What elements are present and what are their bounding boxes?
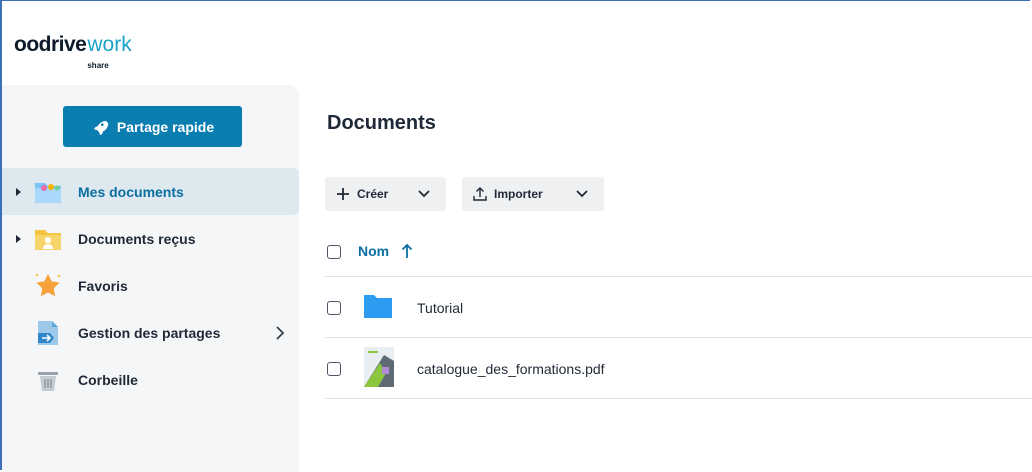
row-checkbox[interactable] [327, 362, 341, 376]
quick-share-button[interactable]: Partage rapide [63, 106, 242, 147]
table-divider [325, 398, 1032, 399]
star-icon [35, 273, 61, 296]
logo-accent-text: work share [87, 32, 131, 70]
logo-sub-text: share [87, 61, 109, 70]
quick-share-label: Partage rapide [116, 118, 215, 135]
trash-icon [38, 371, 58, 391]
column-header-name[interactable]: Nom [358, 243, 389, 259]
expand-caret-icon[interactable] [16, 187, 21, 196]
file-name[interactable]: Tutorial [417, 300, 463, 316]
folder-received-icon [35, 229, 61, 250]
chevron-down-icon [418, 190, 430, 198]
sidebar-item-label: Corbeille [78, 371, 138, 388]
sidebar-item-label: Documents reçus [78, 230, 196, 247]
sort-ascending-icon[interactable] [400, 242, 414, 260]
plus-icon [337, 188, 349, 200]
sidebar-item-label: Gestion des partages [78, 324, 221, 341]
create-button-label: Créer [357, 187, 389, 201]
sidebar-item-documents-recus[interactable]: Documents reçus [2, 215, 299, 262]
sidebar-item-corbeille[interactable]: Corbeille [2, 356, 299, 403]
import-button-label: Importer [494, 187, 543, 201]
chevron-right-icon[interactable] [275, 325, 285, 340]
folder-user-icon [35, 182, 61, 203]
select-all-checkbox[interactable] [327, 245, 341, 259]
file-name[interactable]: catalogue_des_formations.pdf [417, 361, 605, 377]
logo-main-text: oodrive [14, 33, 87, 56]
expand-caret-icon[interactable] [16, 234, 21, 243]
chevron-down-icon [576, 190, 588, 198]
sidebar-nav: Mes documents Documents reçus Favoris Ge… [2, 168, 299, 403]
sidebar: Partage rapide Mes documents Documents r… [2, 85, 299, 472]
create-button[interactable]: Créer [325, 177, 446, 211]
share-management-icon [38, 320, 58, 345]
sidebar-item-label: Mes documents [78, 183, 184, 200]
sidebar-item-label: Favoris [78, 277, 128, 294]
table-row[interactable]: catalogue_des_formations.pdf [325, 338, 1032, 398]
import-button[interactable]: Importer [462, 177, 604, 211]
page-title: Documents [327, 112, 436, 134]
sidebar-item-gestion-des-partages[interactable]: Gestion des partages [2, 309, 299, 356]
brand-logo[interactable]: oodrive work share [14, 32, 132, 70]
sidebar-item-mes-documents[interactable]: Mes documents [2, 168, 299, 215]
pdf-thumbnail-icon [364, 347, 394, 387]
rocket-icon [93, 120, 109, 135]
row-checkbox[interactable] [327, 301, 341, 315]
table-row[interactable]: Tutorial [325, 277, 1032, 337]
folder-icon [364, 295, 392, 318]
sidebar-item-favoris[interactable]: Favoris [2, 262, 299, 309]
upload-icon [473, 187, 487, 201]
